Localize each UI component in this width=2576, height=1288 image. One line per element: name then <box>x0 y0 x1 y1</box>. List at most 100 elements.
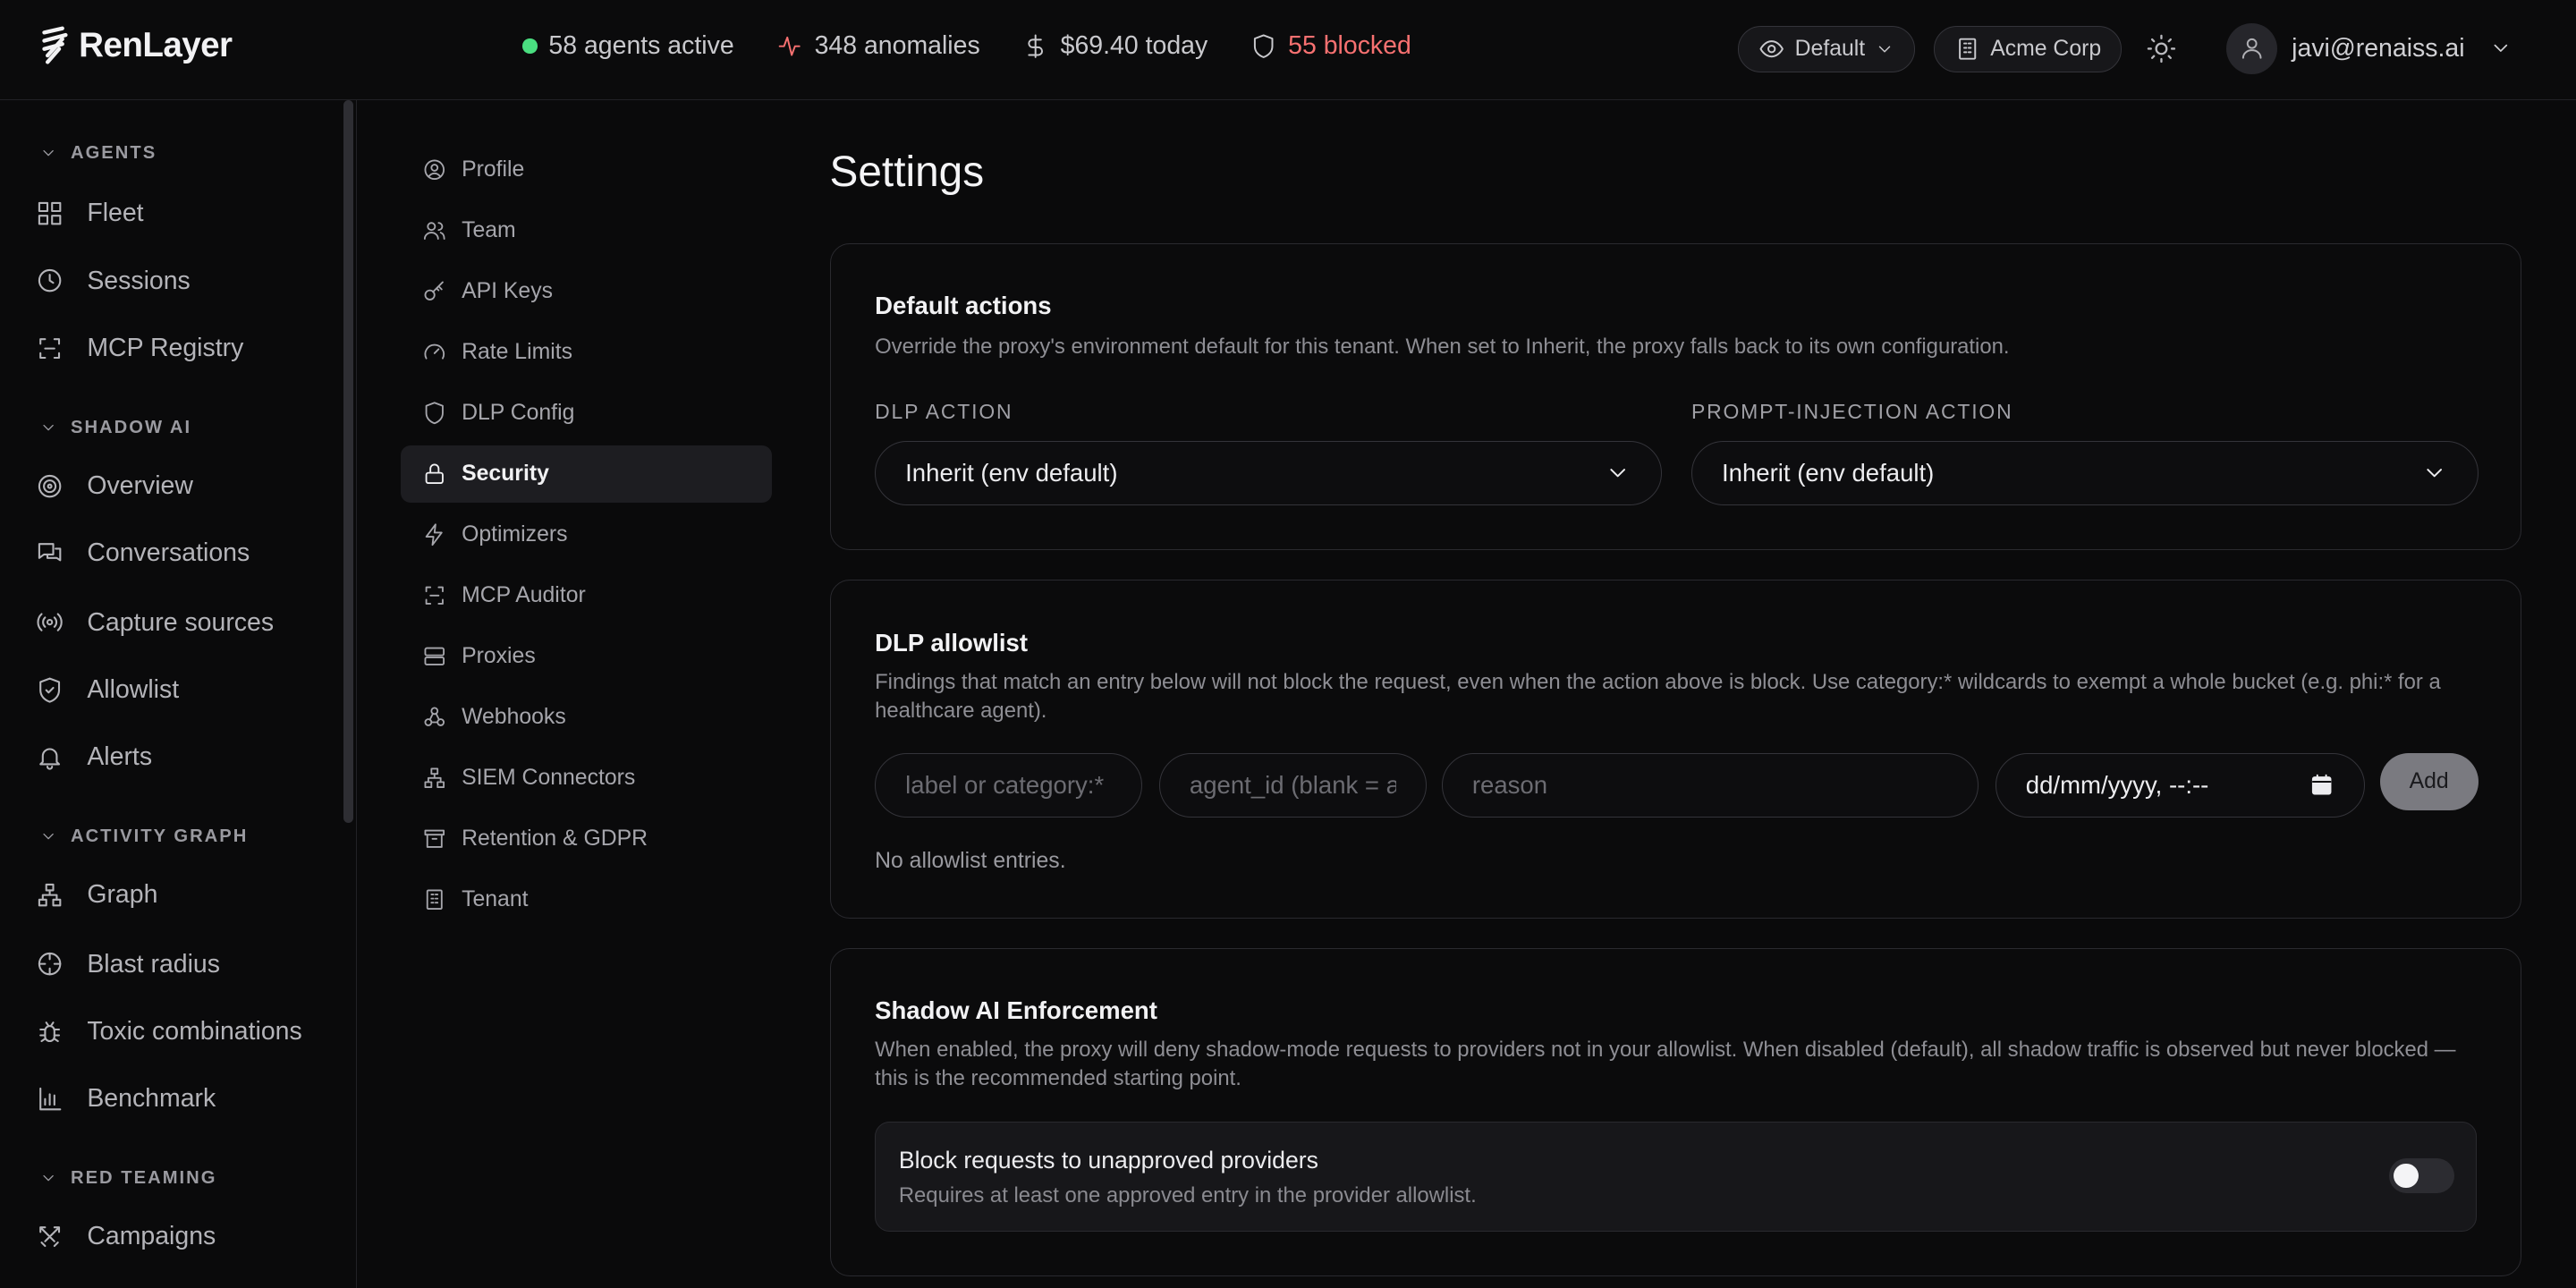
card-title: Shadow AI Enforcement <box>875 996 1157 1025</box>
blocked-stat[interactable]: 55 blocked <box>1250 31 1411 61</box>
settings-nav-label: Proxies <box>462 643 536 668</box>
chevron-down-icon <box>43 1175 54 1182</box>
settings-nav-optimizers[interactable]: Optimizers <box>401 506 772 564</box>
settings-nav-label: Rate Limits <box>462 339 573 364</box>
sidebar-item-overview[interactable]: Overview <box>36 471 193 501</box>
shield-check-icon <box>39 677 61 703</box>
sidebar-item-toxic-combinations[interactable]: Toxic combinations <box>36 1017 302 1046</box>
clock-icon <box>38 269 62 292</box>
swords-icon <box>39 1226 61 1248</box>
add-allowlist-button[interactable]: Add <box>2379 753 2479 811</box>
toggle-title: Block requests to unapproved providers <box>898 1147 1318 1174</box>
key-icon <box>424 281 444 301</box>
section-activity-graph[interactable]: ACTIVITY GRAPH <box>39 826 248 847</box>
sidebar-item-label: Graph <box>87 880 158 910</box>
chevron-down-icon <box>43 834 54 840</box>
block-unapproved-providers-toggle[interactable] <box>2388 1158 2455 1193</box>
settings-nav-label: Security <box>462 461 549 486</box>
sidebar-item-allowlist[interactable]: Allowlist <box>36 675 179 705</box>
lock-icon <box>425 463 444 485</box>
top-bar: RenLayer 58 agents active 348 anomalies … <box>0 0 2576 101</box>
reason-input[interactable] <box>1441 753 1979 818</box>
settings-nav-tenant[interactable]: Tenant <box>401 870 772 928</box>
agent-id-input[interactable] <box>1158 753 1428 818</box>
settings-nav-label: Profile <box>462 157 525 182</box>
sidebar-item-capture-sources[interactable]: Capture sources <box>36 608 274 638</box>
sidebar-item-label: Allowlist <box>87 674 180 704</box>
section-shadow-ai[interactable]: SHADOW AI <box>39 418 191 438</box>
sidebar-item-graph[interactable]: Graph <box>36 880 157 910</box>
expiry-datetime-input[interactable]: dd/mm/yyyy, --:-- <box>1995 753 2365 818</box>
spend-stat[interactable]: $69.40 today <box>1022 31 1208 61</box>
org-selector[interactable]: Acme Corp <box>1933 26 2123 72</box>
messages-icon <box>38 543 62 562</box>
spend-text: $69.40 today <box>1060 30 1208 60</box>
sidebar-item-campaigns[interactable]: Campaigns <box>36 1222 216 1251</box>
settings-nav-webhooks[interactable]: Webhooks <box>401 689 772 746</box>
chevron-down-icon <box>43 150 54 157</box>
card-description: Override the proxy's environment default… <box>875 335 2010 359</box>
settings-nav-team[interactable]: Team <box>401 202 772 259</box>
settings-nav-dlp-config[interactable]: DLP Config <box>401 385 772 442</box>
sidebar-item-fleet[interactable]: Fleet <box>36 199 144 228</box>
settings-nav-label: API Keys <box>462 279 553 303</box>
scan-icon <box>39 337 61 359</box>
toggle-knob <box>2394 1163 2419 1189</box>
chevron-down-icon <box>1610 469 1626 478</box>
chevron-down-icon <box>43 424 54 431</box>
sidebar-item-benchmark[interactable]: Benchmark <box>36 1084 216 1114</box>
shield-icon <box>1253 34 1274 58</box>
settings-nav-label: Webhooks <box>462 704 566 729</box>
datetime-value: dd/mm/yyyy, --:-- <box>2025 771 2209 799</box>
sidebar-scrollbar[interactable] <box>343 100 353 824</box>
view-selector[interactable]: Default <box>1738 26 1916 72</box>
prompt-injection-action-select[interactable]: Inherit (env default) <box>1690 441 2479 505</box>
section-title: AGENTS <box>70 142 157 163</box>
section-red-teaming[interactable]: RED TEAMING <box>39 1168 216 1189</box>
status-stats: 58 agents active 348 anomalies $69.40 to… <box>522 31 1411 61</box>
section-agents[interactable]: AGENTS <box>39 143 157 164</box>
settings-nav-profile[interactable]: Profile <box>401 141 772 199</box>
sidebar-item-mcp-registry[interactable]: MCP Registry <box>36 334 243 363</box>
settings-nav-rate-limits[interactable]: Rate Limits <box>401 324 772 381</box>
section-title: SHADOW AI <box>70 417 192 437</box>
building-icon <box>1958 38 1977 61</box>
settings-nav-label: Tenant <box>462 886 529 911</box>
settings-nav-mcp-auditor[interactable]: MCP Auditor <box>401 567 772 624</box>
card-description: When enabled, the proxy will deny shadow… <box>875 1038 2456 1091</box>
calendar-icon[interactable] <box>2309 772 2334 798</box>
dlp-action-label: DLP ACTION <box>875 400 1013 424</box>
settings-nav-security[interactable]: Security <box>401 445 773 504</box>
gauge-icon <box>424 343 445 360</box>
sidebar-item-conversations[interactable]: Conversations <box>36 538 250 568</box>
settings-nav-proxies[interactable]: Proxies <box>401 628 772 685</box>
activity-icon <box>779 36 801 56</box>
sidebar-item-label: Alerts <box>87 742 153 772</box>
settings-nav-label: Team <box>462 218 516 243</box>
anomalies-stat[interactable]: 348 anomalies <box>776 31 980 61</box>
app-logo[interactable]: RenLayer <box>39 26 233 65</box>
dlp-action-select[interactable]: Inherit (env default) <box>875 441 1662 505</box>
radio-icon <box>37 613 64 632</box>
settings-nav-siem-connectors[interactable]: SIEM Connectors <box>401 750 772 807</box>
avatar <box>2225 22 2277 74</box>
sidebar-item-sessions[interactable]: Sessions <box>36 266 191 296</box>
agents-active-stat[interactable]: 58 agents active <box>522 31 734 61</box>
theme-toggle[interactable] <box>2146 33 2177 64</box>
sidebar-item-label: Sessions <box>87 266 191 295</box>
settings-nav-label: MCP Auditor <box>462 582 586 607</box>
block-unapproved-providers-row: Block requests to unapproved providers R… <box>875 1121 2477 1232</box>
user-menu[interactable]: javi@renaiss.ai <box>2225 22 2512 74</box>
sun-icon <box>2147 34 2175 63</box>
settings-nav-api-keys[interactable]: API Keys <box>401 263 772 320</box>
settings-nav-retention-gdpr[interactable]: Retention & GDPR <box>401 809 772 867</box>
sidebar-item-label: Campaigns <box>87 1222 216 1251</box>
label-category-input[interactable] <box>875 753 1143 818</box>
app-name: RenLayer <box>79 26 233 65</box>
sidebar-item-alerts[interactable]: Alerts <box>36 742 152 772</box>
section-title: ACTIVITY GRAPH <box>70 826 249 846</box>
sidebar-item-blast-radius[interactable]: Blast radius <box>36 950 220 979</box>
prompt-injection-action-value: Inherit (env default) <box>1722 459 1935 487</box>
sidebar-item-label: MCP Registry <box>87 333 244 362</box>
sidebar-item-label: Fleet <box>87 199 144 228</box>
